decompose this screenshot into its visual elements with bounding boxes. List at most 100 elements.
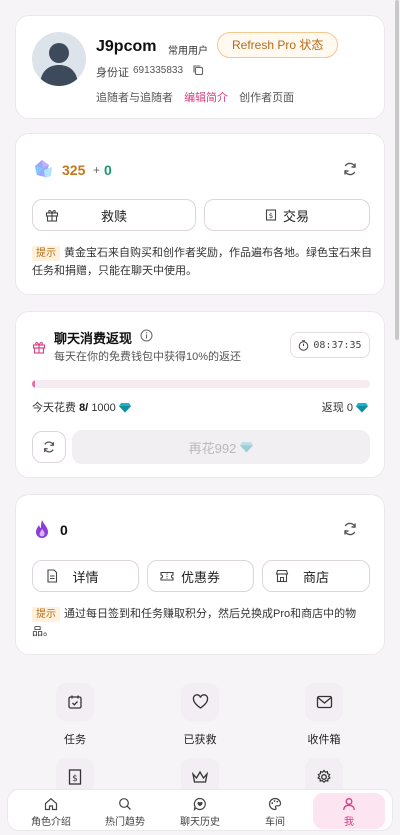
nav-label: 热门趋势 xyxy=(105,817,145,828)
gold-gem-count: 325 xyxy=(62,162,86,178)
bottom-nav: 角色介绍 热门趋势 聊天历史 车间 我 xyxy=(7,789,393,831)
nav-me[interactable]: 我 xyxy=(313,793,385,829)
calendar-check-icon xyxy=(68,695,82,709)
cashback-card: 聊天消费返现 每天在你的免费钱包中获得10%的返还 08:37:35 今天花费 … xyxy=(15,311,385,478)
followers-link[interactable]: 追随者与追随者 xyxy=(96,92,173,104)
cashback-progress-fill xyxy=(32,380,36,388)
hint-tag: 提示 xyxy=(32,607,60,622)
grid-icon-box xyxy=(305,683,343,721)
document-icon xyxy=(47,569,58,583)
info-icon[interactable] xyxy=(140,329,153,342)
points-hint-text: 通过每日签到和任务赚取积分，然后兑换成Pro和商店中的物品。 xyxy=(32,608,357,638)
shop-button[interactable]: 商店 xyxy=(262,560,370,592)
store-icon xyxy=(275,569,289,583)
timer-value: 08:37:35 xyxy=(313,339,362,351)
shop-label: 商店 xyxy=(302,569,329,585)
refresh-cashback-button[interactable] xyxy=(32,431,66,463)
spend-limit: 1000 xyxy=(91,402,116,414)
user-tag: 常用用户 xyxy=(168,46,208,57)
nav-label: 聊天历史 xyxy=(180,817,220,828)
refresh-gems-icon[interactable] xyxy=(342,161,358,177)
avatar[interactable] xyxy=(32,32,86,86)
diamond-icon xyxy=(356,403,368,413)
plus-sign: + xyxy=(93,163,101,177)
home-icon xyxy=(44,798,58,811)
grid-label-saved: 已获救 xyxy=(183,734,217,746)
green-gem-count: 0 xyxy=(104,162,112,178)
nav-trending[interactable]: 热门趋势 xyxy=(89,793,161,829)
rebate-value: 0 xyxy=(346,402,353,414)
refresh-pro-button[interactable]: Refresh Pro 状态 xyxy=(217,32,339,58)
grid-item-saved[interactable]: 已获救 xyxy=(160,683,240,747)
diamond-icon xyxy=(118,403,131,413)
trade-button[interactable]: $ 交易 xyxy=(204,199,370,231)
spend-more-label: 再花992 xyxy=(188,440,237,456)
svg-text:$: $ xyxy=(269,212,273,220)
copy-icon[interactable] xyxy=(192,64,204,76)
nav-label: 我 xyxy=(344,817,354,828)
hint-tag: 提示 xyxy=(32,246,60,261)
ticket-icon xyxy=(160,571,174,581)
diamond-icon xyxy=(240,442,254,453)
svg-text:$: $ xyxy=(72,774,78,784)
cashback-subtitle: 每天在你的免费钱包中获得10%的返还 xyxy=(54,351,242,363)
profile-card: J9pcom 常用用户 Refresh Pro 状态 身份证 691335833… xyxy=(15,15,385,119)
id-label: 身份证 xyxy=(96,67,129,79)
receipt-icon: $ xyxy=(265,209,277,221)
points-card: 0 详情 优惠券 商店 提示 通过每日签到和任务赚取积分，然后兑换成Pro和商店中… xyxy=(15,494,385,655)
grid-label-tasks: 任务 xyxy=(64,734,86,746)
gems-hint: 提示 黄金宝石来自购买和创作者奖励，作品遍布各地。绿色宝石来自任务和捐赠，只能在聊… xyxy=(32,244,372,280)
details-label: 详情 xyxy=(72,569,99,585)
palette-icon xyxy=(268,797,282,811)
edit-profile-link[interactable]: 编辑简介 xyxy=(184,92,228,104)
today-spend: 今天花费 8/ 1000 xyxy=(32,399,131,415)
chat-heart-icon xyxy=(193,797,206,811)
flame-icon xyxy=(36,520,48,538)
spend-label: 今天花费 xyxy=(32,402,76,414)
rebate: 返现 0 xyxy=(322,399,368,415)
user-icon xyxy=(343,798,355,811)
nav-workshop[interactable]: 车间 xyxy=(239,793,311,829)
countdown-timer: 08:37:35 xyxy=(290,332,370,358)
grid-label-inbox: 收件箱 xyxy=(307,734,341,746)
gift-icon xyxy=(32,342,46,354)
crown-icon xyxy=(191,770,209,783)
nav-characters[interactable]: 角色介绍 xyxy=(15,793,87,829)
cashback-progress xyxy=(32,380,370,388)
refresh-points-icon[interactable] xyxy=(342,521,358,537)
coupons-button[interactable]: 优惠券 xyxy=(147,560,254,592)
search-icon xyxy=(119,798,131,810)
nav-chat-history[interactable]: 聊天历史 xyxy=(164,793,236,829)
heart-icon xyxy=(192,694,208,709)
grid-item-inbox[interactable]: 收件箱 xyxy=(284,683,364,747)
gems-card: 325 + 0 救赎 $ 交易 提示 黄金宝石来自购买和创作者奖励，作品遍布各地。… xyxy=(15,133,385,295)
gear-icon xyxy=(317,769,331,784)
points-hint: 提示 通过每日签到和任务赚取积分，然后兑换成Pro和商店中的物品。 xyxy=(32,605,372,641)
rebate-label: 返现 xyxy=(321,402,344,414)
nav-label: 角色介绍 xyxy=(31,817,71,828)
nav-label: 车间 xyxy=(265,817,285,828)
trade-label: 交易 xyxy=(282,208,309,224)
points-count: 0 xyxy=(60,522,68,538)
grid-item-tasks[interactable]: 任务 xyxy=(35,683,115,747)
redeem-button[interactable]: 救赎 xyxy=(32,199,196,231)
receipt-icon: $ xyxy=(68,769,82,785)
mail-icon xyxy=(316,695,332,709)
gems-hint-text: 黄金宝石来自购买和创作者奖励，作品遍布各地。绿色宝石来自任务和捐赠，只能在聊天中… xyxy=(32,247,372,277)
gift-icon xyxy=(45,210,59,222)
stopwatch-icon xyxy=(299,339,309,351)
redeem-label: 救赎 xyxy=(100,208,127,224)
details-button[interactable]: 详情 xyxy=(32,560,139,592)
grid-icon-box xyxy=(56,683,94,721)
grid-icon-box xyxy=(181,683,219,721)
scrollbar[interactable] xyxy=(395,0,399,340)
username: J9pcom xyxy=(96,38,157,55)
coupons-label: 优惠券 xyxy=(180,569,220,585)
cashback-title: 聊天消费返现 xyxy=(54,331,133,346)
gem-cluster-icon xyxy=(35,160,52,178)
id-value: 691335833 xyxy=(133,65,184,76)
spend-more-button[interactable]: 再花992 xyxy=(72,430,370,464)
creator-page-link[interactable]: 创作者页面 xyxy=(239,92,294,104)
refresh-icon xyxy=(44,441,54,453)
spend-value: 8/ xyxy=(79,402,89,414)
